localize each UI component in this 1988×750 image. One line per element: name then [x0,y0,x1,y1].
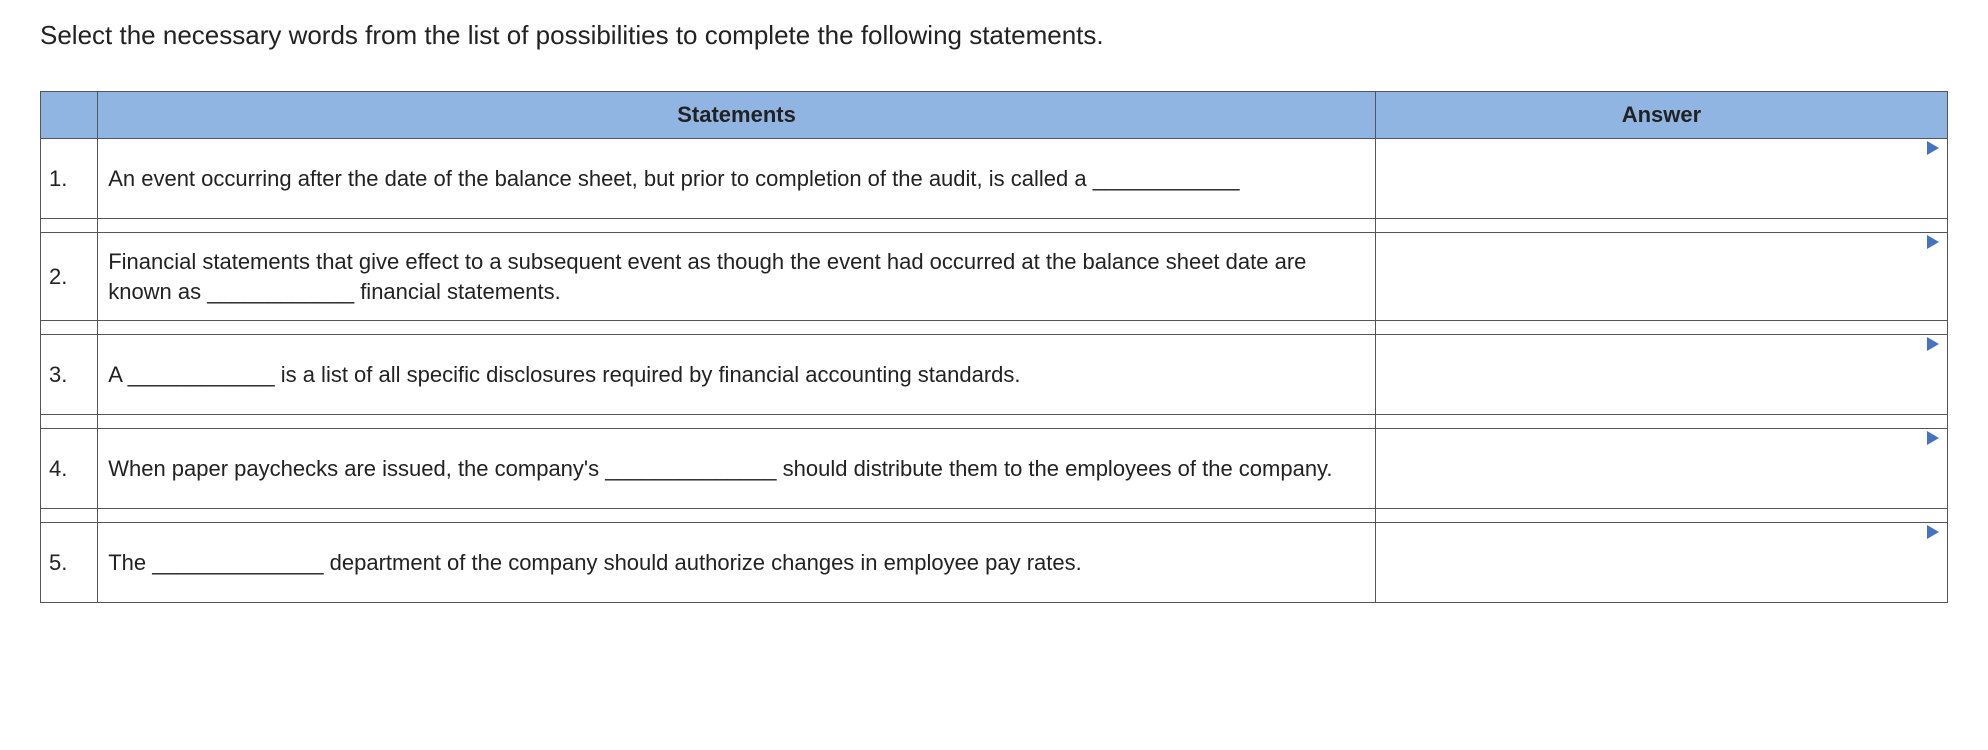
statements-table: Statements Answer 1. An event occurring … [40,91,1948,603]
answer-dropdown[interactable] [1376,335,1947,414]
answer-dropdown[interactable] [1376,233,1947,320]
answer-cell [1375,335,1947,415]
spacer-row [41,321,1948,335]
header-statements: Statements [98,92,1376,139]
statement-text: An event occurring after the date of the… [98,139,1376,219]
table-row: 4. When paper paychecks are issued, the … [41,429,1948,509]
answer-dropdown[interactable] [1376,523,1947,602]
statement-text: When paper paychecks are issued, the com… [98,429,1376,509]
table-row: 2. Financial statements that give effect… [41,233,1948,321]
answer-dropdown[interactable] [1376,139,1947,218]
spacer-row [41,219,1948,233]
spacer-row [41,415,1948,429]
row-number: 1. [41,139,98,219]
row-number: 2. [41,233,98,321]
answer-cell [1375,429,1947,509]
statement-text: A ____________ is a list of all specific… [98,335,1376,415]
statements-table-wrap: Statements Answer 1. An event occurring … [40,91,1948,603]
answer-cell [1375,139,1947,219]
table-row: 1. An event occurring after the date of … [41,139,1948,219]
header-answer: Answer [1375,92,1947,139]
answer-dropdown[interactable] [1376,429,1947,508]
row-number: 4. [41,429,98,509]
row-number: 5. [41,523,98,603]
table-header-row: Statements Answer [41,92,1948,139]
table-row: 3. A ____________ is a list of all speci… [41,335,1948,415]
statement-text: Financial statements that give effect to… [98,233,1376,321]
row-number: 3. [41,335,98,415]
header-corner [41,92,98,139]
table-row: 5. The ______________ department of the … [41,523,1948,603]
answer-cell [1375,523,1947,603]
spacer-row [41,509,1948,523]
statement-text: The ______________ department of the com… [98,523,1376,603]
answer-cell [1375,233,1947,321]
instructions-text: Select the necessary words from the list… [40,20,1948,51]
